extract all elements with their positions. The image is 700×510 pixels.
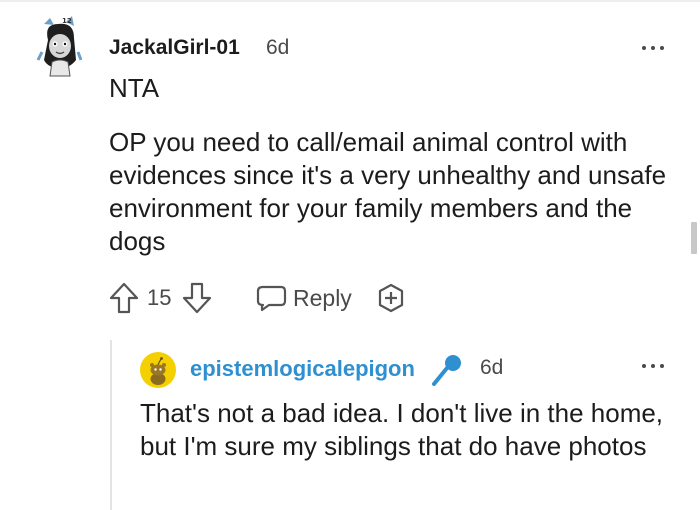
vote-score: 15	[147, 285, 172, 310]
reply-body: That's not a bad idea. I don't live in t…	[140, 398, 664, 461]
avatar[interactable]: 12	[36, 16, 82, 78]
comment-body: OP you need to call/email animal control…	[109, 127, 667, 256]
more-icon	[660, 364, 664, 368]
comment-username[interactable]: JackalGirl-01	[109, 36, 240, 60]
more-icon	[642, 46, 646, 50]
comment-timestamp[interactable]: 6d	[266, 36, 289, 60]
reply-button[interactable]: Reply	[255, 282, 352, 314]
reply-timestamp[interactable]: 6d	[480, 356, 503, 380]
more-icon	[660, 46, 664, 50]
top-divider	[0, 0, 700, 2]
reply-username[interactable]: epistemlogicalepigon	[190, 356, 415, 382]
reply-more-button[interactable]	[642, 358, 664, 374]
more-icon	[642, 364, 646, 368]
more-icon	[651, 364, 655, 368]
award-icon[interactable]	[376, 283, 406, 313]
comment-headline: NTA	[109, 73, 160, 103]
reply-label: Reply	[293, 284, 352, 311]
svg-text:12: 12	[62, 17, 72, 25]
upvote-icon[interactable]	[109, 282, 139, 314]
more-icon	[651, 46, 655, 50]
flair-microphone-icon	[432, 355, 461, 386]
comment-actions: 15 Reply	[109, 280, 429, 316]
comment-more-button[interactable]	[642, 40, 664, 56]
downvote-icon[interactable]	[182, 282, 212, 314]
avatar[interactable]	[140, 352, 176, 388]
reply-icon	[256, 285, 287, 312]
scrollbar[interactable]	[691, 222, 697, 254]
thread-line[interactable]	[110, 340, 112, 510]
